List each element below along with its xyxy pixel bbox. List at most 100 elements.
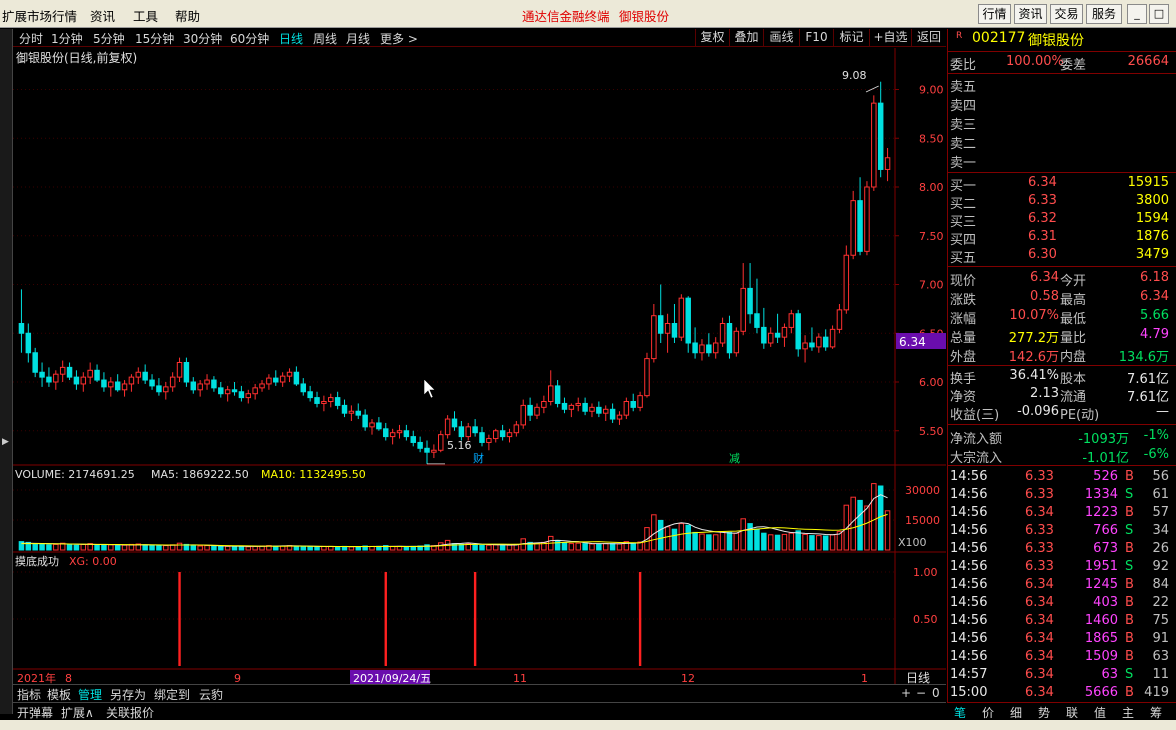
sell-row[interactable]: 卖三 [948,113,1176,133]
fundamental-value: 2.13 [1030,386,1059,401]
tick-volume: 1509 [1084,649,1118,664]
candle [575,402,581,406]
period-tab-15min[interactable]: 15分钟 [135,30,174,47]
detail-tab[interactable]: 主 [1115,704,1141,721]
menu-tools[interactable]: 工具 [133,6,158,25]
add-watchlist-button[interactable]: +自选 [869,29,911,47]
finance-marker[interactable]: 财 [473,451,484,465]
buy-row[interactable]: 买一 6.34 15915 [948,174,1176,194]
buy-row[interactable]: 买五 6.30 3479 [948,246,1176,266]
expand-toggle[interactable]: 扩展∧ [61,704,94,721]
flow-value: -1093万 [1078,432,1129,447]
overlay-button[interactable]: 叠加 [729,29,763,47]
zoom-out-button[interactable]: − [916,686,926,700]
candle [121,383,128,391]
candle [479,432,485,443]
f10-button[interactable]: F10 [799,29,833,47]
sell-row[interactable]: 卖一 [948,151,1176,171]
detail-tab[interactable]: 笔 [947,704,973,721]
candle [334,397,341,406]
sell-level-label: 卖二 [950,137,977,152]
trade-button[interactable]: 交易 [1050,4,1083,24]
candle [788,313,795,328]
danmaku-toggle[interactable]: 开弹幕 [17,704,53,721]
buy-row[interactable]: 买四 6.31 1876 [948,228,1176,248]
volume-bar [149,545,155,551]
tab-template[interactable]: 模板 [47,686,71,703]
menu-help[interactable]: 帮助 [175,6,200,25]
tick-direction: B [1125,469,1134,484]
minimize-icon[interactable]: _ [1127,4,1147,24]
tick-price: 6.34 [1025,613,1054,628]
candle [740,287,746,332]
period-tab-30min[interactable]: 30分钟 [183,30,222,47]
adjust-button[interactable]: 复权 [695,29,729,47]
period-tab-60min[interactable]: 60分钟 [230,30,269,47]
stat-value: 10.07% [1009,308,1059,323]
candle [493,430,499,440]
price-tick-label: 6.00 [919,376,944,389]
price-tick-label: 5.50 [919,425,944,438]
quote-button[interactable]: 行情 [978,4,1011,24]
menu-news[interactable]: 资讯 [90,6,115,25]
reduce-marker[interactable]: 减 [729,452,740,465]
period-tab-daily[interactable]: 日线 [279,30,303,47]
volume-bar [788,532,795,551]
maximize-icon[interactable]: □ [1149,4,1169,24]
news-button[interactable]: 资讯 [1014,4,1047,24]
fundamental-label: PE(动) [1060,408,1100,423]
volume-bar [32,543,38,551]
candle [403,430,410,438]
menu-extended-market[interactable]: 扩展市场行情 [2,6,77,25]
tab-save-as[interactable]: 另存为 [110,686,146,703]
volume-bar [73,544,80,551]
candle [376,422,382,430]
tab-bind-to[interactable]: 绑定到 [154,686,190,703]
detail-tab[interactable]: 细 [1003,704,1029,721]
back-button[interactable]: 返回 [911,29,946,47]
period-tab-5min[interactable]: 5分钟 [93,30,125,47]
period-tab-monthly[interactable]: 月线 [346,30,370,47]
stat-label: 外盘 [950,350,977,365]
tab-cloud[interactable]: 云豹 [199,686,223,703]
candle [266,377,272,385]
sell-row[interactable]: 卖五 [948,75,1176,95]
tick-volume: 403 [1093,595,1118,610]
detail-tab[interactable]: 势 [1031,704,1057,721]
period-tab-1min[interactable]: 1分钟 [51,30,83,47]
mark-button[interactable]: 标记 [833,29,869,47]
buy-row[interactable]: 买三 6.32 1594 [948,210,1176,230]
tab-indicator[interactable]: 指标 [17,686,41,703]
detail-tab[interactable]: 值 [1087,704,1113,721]
candle [747,287,753,315]
left-collapse-strip[interactable]: ▶ [0,29,13,714]
zoom-reset-button[interactable]: 0 [932,686,940,700]
indicator-tick-label: 1.00 [913,566,938,579]
stat-value: 142.6万 [1008,350,1059,365]
related-quote-button[interactable]: 关联报价 [106,704,154,721]
detail-tab[interactable]: 联 [1059,704,1085,721]
draw-line-button[interactable]: 画线 [763,29,799,47]
service-button[interactable]: 服务 [1086,4,1122,24]
sell-row[interactable]: 卖四 [948,94,1176,114]
period-tab-weekly[interactable]: 周线 [313,30,337,47]
tick-time: 14:56 [950,577,988,592]
chart-area[interactable]: 分时 1分钟 5分钟 15分钟 30分钟 60分钟 日线 周线 月线 更多 > … [13,29,946,714]
kline-chart[interactable]: 9.008.508.007.507.006.506.005.5030000150… [13,48,946,703]
detail-tab[interactable]: 筹 [1143,704,1169,721]
period-tab-more[interactable]: 更多 > [380,30,418,47]
tab-manage[interactable]: 管理 [78,686,102,703]
candle [245,393,252,399]
zoom-in-button[interactable]: + [901,686,911,700]
volume-bar [348,546,355,551]
candle [204,379,210,385]
period-tab-timeshare[interactable]: 分时 [19,30,43,47]
tick-count: 84 [1152,577,1169,592]
tick-count: 61 [1152,487,1169,502]
detail-tab[interactable]: 价 [975,704,1001,721]
sell-row[interactable]: 卖二 [948,132,1176,152]
tick-count: 63 [1152,649,1169,664]
expand-arrow-icon[interactable]: ▶ [2,437,9,447]
buy-row[interactable]: 买二 6.33 3800 [948,192,1176,212]
fundamental-row: 换手 36.41% 股本 7.61亿 [948,367,1176,387]
